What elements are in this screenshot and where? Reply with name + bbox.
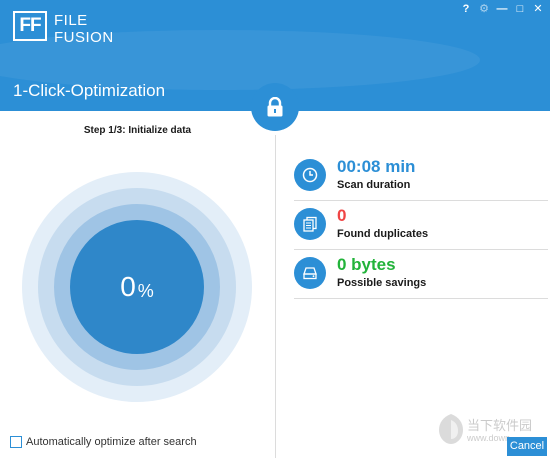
logo-mark: FF — [13, 11, 47, 41]
possible-savings-value: 0 bytes — [337, 255, 396, 274]
app-window: FF FILE FUSION ? ⚙ — □ ✕ 1-Click-Optimiz… — [0, 0, 550, 458]
watermark-text: 当下软件园 — [467, 418, 533, 433]
close-icon[interactable]: ✕ — [532, 2, 544, 16]
auto-optimize-option[interactable]: Automatically optimize after search — [10, 436, 197, 448]
panel-divider — [275, 135, 276, 458]
logo-text: FILE FUSION — [54, 12, 114, 46]
progress-unit: % — [137, 280, 154, 301]
watermark-url: www.down — [467, 433, 511, 443]
progress-indicator: 0 % — [70, 220, 204, 354]
minimize-icon[interactable]: — — [496, 2, 508, 16]
found-duplicates-value: 0 — [337, 206, 347, 225]
page-title: 1-Click-Optimization — [13, 81, 166, 100]
stat-scan-duration: 00:08 min Scan duration — [294, 152, 548, 201]
auto-optimize-checkbox[interactable] — [10, 436, 22, 448]
scan-duration-value: 00:08 min — [337, 157, 416, 176]
drive-icon — [294, 257, 326, 289]
lock-badge — [251, 83, 299, 131]
window-controls: ? ⚙ — □ ✕ — [460, 2, 544, 16]
progress-value: 0 — [120, 271, 136, 302]
possible-savings-label: Possible savings — [337, 277, 427, 289]
help-icon[interactable]: ? — [460, 2, 472, 16]
stat-found-duplicates: 0 Found duplicates — [294, 201, 548, 250]
logo-text-line1: FILE — [54, 12, 88, 29]
stats-panel: 00:08 min Scan duration 0 Found duplicat… — [294, 152, 548, 299]
lock-icon — [267, 97, 283, 117]
scan-duration-label: Scan duration — [337, 179, 411, 191]
watermark-logo-icon — [439, 414, 463, 444]
clock-icon — [294, 159, 326, 191]
step-label: Step 1/3: Initialize data — [83, 125, 192, 136]
documents-icon — [294, 208, 326, 240]
stat-possible-savings: 0 bytes Possible savings — [294, 250, 548, 299]
logo-text-line2: FUSION — [54, 29, 114, 46]
maximize-icon[interactable]: □ — [514, 2, 526, 16]
auto-optimize-label: Automatically optimize after search — [26, 436, 197, 448]
cancel-button[interactable]: Cancel — [507, 437, 547, 456]
settings-icon[interactable]: ⚙ — [478, 2, 490, 16]
found-duplicates-label: Found duplicates — [337, 228, 429, 240]
